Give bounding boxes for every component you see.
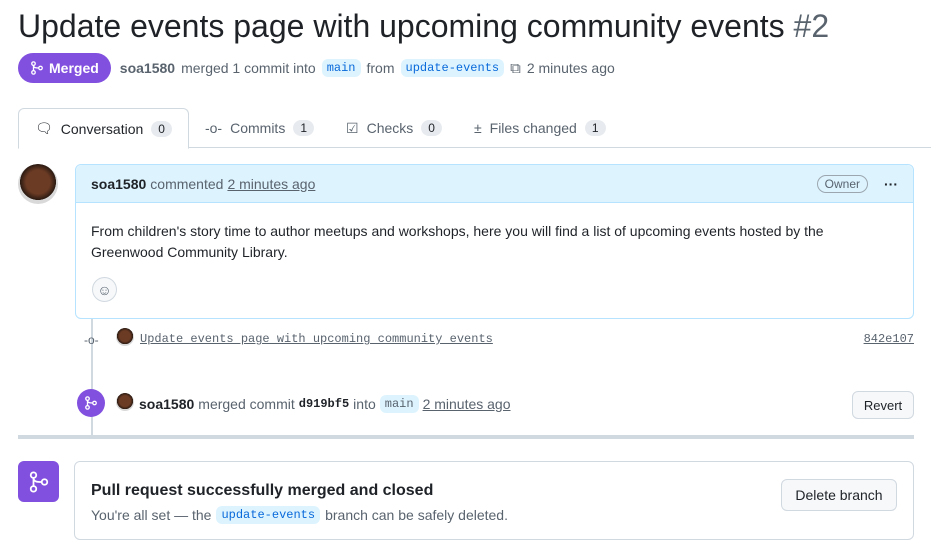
merge-icon (31, 61, 43, 75)
author-link[interactable]: soa1580 (120, 60, 175, 76)
delete-branch-button[interactable]: Delete branch (781, 479, 897, 511)
merge-status-icon (18, 461, 59, 502)
revert-button[interactable]: Revert (852, 391, 914, 419)
merge-event: soa1580 merged commit d919bf5 into main … (139, 395, 511, 413)
commit-avatar[interactable] (116, 328, 134, 346)
pr-number: #2 (793, 8, 830, 44)
status-badge: Merged (18, 53, 111, 83)
deletable-branch[interactable]: update-events (216, 506, 321, 524)
merge-avatar[interactable] (116, 393, 134, 411)
comment-card: soa1580 commented 2 minutes ago Owner ··· F… (75, 164, 914, 319)
commit-message-link[interactable]: Update events page with upcoming communi… (140, 332, 493, 346)
comment-author[interactable]: soa1580 (91, 176, 146, 192)
commit-sha-link[interactable]: 842e107 (864, 332, 914, 346)
copy-icon[interactable]: ⧉ (510, 60, 521, 77)
merged-event-icon (77, 389, 105, 417)
merge-sha[interactable]: d919bf5 (299, 397, 349, 411)
tab-conversation[interactable]: 🗨 Conversation 0 (18, 108, 189, 149)
comment-body: From children's story time to author mee… (91, 223, 824, 260)
commit-icon: -o- (204, 120, 223, 136)
pr-meta: Merged soa1580 merged 1 commit into main… (18, 53, 615, 83)
merge-status-box: Pull request successfully merged and clo… (74, 461, 914, 540)
head-branch[interactable]: update-events (400, 59, 505, 77)
comment-time[interactable]: 2 minutes ago (227, 176, 315, 192)
tab-commits[interactable]: -o- Commits 1 (189, 108, 330, 148)
merge-status-title: Pull request successfully merged and clo… (91, 482, 434, 499)
page-title: Update events page with upcoming communi… (18, 8, 830, 44)
merge-status-text: You're all set — the update-events branch … (91, 506, 508, 524)
add-reaction-button[interactable]: ☺ (92, 277, 117, 302)
checklist-icon: ☑ (346, 119, 359, 136)
more-options-icon[interactable]: ··· (884, 176, 898, 192)
base-branch[interactable]: main (321, 59, 361, 77)
commit-dot-icon: -o- (84, 333, 99, 347)
merge-author[interactable]: soa1580 (139, 396, 194, 412)
owner-badge: Owner (816, 174, 868, 193)
pr-tabs: 🗨 Conversation 0 -o- Commits 1 ☑ Checks 0 ± Fil… (18, 108, 931, 149)
merge-time[interactable]: 2 minutes ago (423, 396, 511, 412)
avatar[interactable] (18, 164, 58, 204)
diff-icon: ± (473, 120, 482, 136)
tab-checks[interactable]: ☑ Checks 0 (330, 108, 458, 148)
comment-icon: 🗨 (35, 120, 53, 136)
tab-files-changed[interactable]: ± Files changed 1 (458, 108, 622, 148)
timeline-divider (18, 435, 914, 439)
merge-base-branch[interactable]: main (379, 395, 419, 413)
